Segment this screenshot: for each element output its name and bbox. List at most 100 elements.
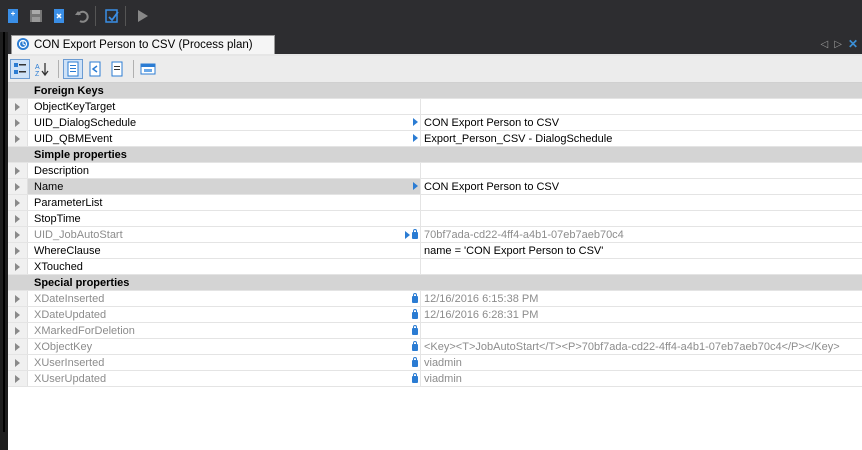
- tasks-icon[interactable]: [85, 59, 105, 79]
- property-name-label: UID_JobAutoStart: [34, 228, 123, 241]
- lock-icon: [412, 325, 418, 335]
- reference-arrow-icon[interactable]: [405, 230, 410, 239]
- expand-icon[interactable]: [8, 355, 28, 370]
- run-icon[interactable]: [132, 6, 152, 26]
- property-row[interactable]: XUserUpdated viadmin: [8, 371, 862, 387]
- property-row[interactable]: XDateInserted 12/16/2016 6:15:38 PM: [8, 291, 862, 307]
- expand-icon[interactable]: [8, 163, 28, 178]
- properties-icon[interactable]: [63, 59, 83, 79]
- delete-icon[interactable]: [49, 6, 69, 26]
- property-name-label: UID_QBMEvent: [34, 132, 113, 145]
- tab-navigation: ◁ ▷ ✕: [821, 37, 858, 51]
- undo-icon[interactable]: [72, 6, 92, 26]
- expand-icon[interactable]: [8, 179, 28, 194]
- property-markers: [412, 357, 418, 367]
- property-row[interactable]: XDateUpdated 12/16/2016 6:28:31 PM: [8, 307, 862, 323]
- property-value[interactable]: [421, 211, 862, 226]
- reference-arrow-icon[interactable]: [413, 182, 418, 190]
- property-value[interactable]: Export_Person_CSV - DialogSchedule: [421, 131, 862, 146]
- property-row[interactable]: XTouched: [8, 259, 862, 275]
- property-row[interactable]: ObjectKeyTarget: [8, 99, 862, 115]
- expand-icon[interactable]: [8, 131, 28, 146]
- property-name: UID_QBMEvent: [28, 131, 421, 146]
- new-icon[interactable]: [3, 6, 23, 26]
- scroll-left-icon[interactable]: ◁: [821, 39, 829, 50]
- expand-icon[interactable]: [8, 259, 28, 274]
- property-value[interactable]: [421, 163, 862, 178]
- category-header[interactable]: Foreign Keys: [8, 83, 862, 99]
- expand-icon[interactable]: [8, 371, 28, 386]
- property-markers: [413, 134, 418, 142]
- collapse-icon[interactable]: [8, 275, 28, 290]
- expand-icon[interactable]: [8, 291, 28, 306]
- property-name: WhereClause: [28, 243, 421, 258]
- property-value: <Key><T>JobAutoStart</T><P>70bf7ada-cd22…: [424, 340, 840, 353]
- property-name: XMarkedForDeletion: [28, 323, 421, 338]
- category-title: Foreign Keys: [34, 84, 104, 97]
- reference-arrow-icon[interactable]: [413, 134, 418, 142]
- expand-icon[interactable]: [8, 227, 28, 242]
- property-value[interactable]: CON Export Person to CSV: [421, 115, 862, 130]
- property-row[interactable]: UID_JobAutoStart 70bf7ada-cd22-4ff4-a4b1-…: [8, 227, 862, 243]
- property-row[interactable]: UID_DialogSchedule CON Export Person to C…: [8, 115, 862, 131]
- property-markers: [413, 118, 418, 126]
- tab-process-plan[interactable]: CON Export Person to CSV (Process plan): [11, 35, 275, 54]
- main-toolbar: [0, 0, 862, 32]
- property-markers: [412, 293, 418, 303]
- expand-icon[interactable]: [8, 115, 28, 130]
- property-name: XDateUpdated: [28, 307, 421, 322]
- property-row[interactable]: WhereClause name = 'CON Export Person to …: [8, 243, 862, 259]
- property-name: XUserUpdated: [28, 371, 421, 386]
- reference-arrow-icon[interactable]: [413, 118, 418, 126]
- property-name: XObjectKey: [28, 339, 421, 354]
- property-row[interactable]: Name CON Export Person to CSV: [8, 179, 862, 195]
- property-row[interactable]: StopTime: [8, 211, 862, 227]
- property-grid: Foreign Keys ObjectKeyTarget UID_DialogSch…: [8, 83, 862, 387]
- expand-icon[interactable]: [8, 195, 28, 210]
- collapse-icon[interactable]: [8, 147, 28, 162]
- svg-text:Z: Z: [35, 71, 40, 77]
- tab-title: CON Export Person to CSV (Process plan): [34, 39, 253, 51]
- property-name-label: Description: [34, 164, 90, 177]
- property-value[interactable]: CON Export Person to CSV: [421, 179, 862, 194]
- process-plan-icon: [16, 37, 30, 54]
- property-name-label: XTouched: [34, 260, 83, 273]
- category-header[interactable]: Special properties: [8, 275, 862, 291]
- property-row[interactable]: UID_QBMEvent Export_Person_CSV - DialogSc…: [8, 131, 862, 147]
- sort-az-icon[interactable]: AZ: [32, 59, 52, 79]
- property-row[interactable]: XMarkedForDeletion: [8, 323, 862, 339]
- expand-icon[interactable]: [8, 323, 28, 338]
- property-value[interactable]: name = 'CON Export Person to CSV': [421, 243, 862, 258]
- document-tab-strip: CON Export Person to CSV (Process plan) …: [8, 32, 862, 56]
- categorized-icon[interactable]: [10, 59, 30, 79]
- scroll-right-icon[interactable]: ▷: [834, 39, 842, 50]
- expand-icon[interactable]: [8, 211, 28, 226]
- expand-icon[interactable]: [8, 243, 28, 258]
- save-icon[interactable]: [26, 6, 46, 26]
- close-icon[interactable]: ✕: [848, 37, 858, 51]
- left-dock-strip: [0, 32, 8, 450]
- property-value[interactable]: [421, 259, 862, 274]
- property-markers: [412, 325, 418, 335]
- property-name-label: XUserInserted: [34, 356, 105, 369]
- document-icon[interactable]: [107, 59, 127, 79]
- property-row[interactable]: ParameterList: [8, 195, 862, 211]
- category-header[interactable]: Simple properties: [8, 147, 862, 163]
- edit-icon[interactable]: [102, 6, 122, 26]
- property-name: ParameterList: [28, 195, 421, 210]
- property-name: UID_DialogSchedule: [28, 115, 421, 130]
- property-row[interactable]: Description: [8, 163, 862, 179]
- expand-icon[interactable]: [8, 339, 28, 354]
- expand-icon[interactable]: [8, 99, 28, 114]
- toolbar-separator: [58, 60, 59, 78]
- property-value: 12/16/2016 6:15:38 PM: [424, 292, 539, 305]
- property-row[interactable]: XUserInserted viadmin: [8, 355, 862, 371]
- expand-icon[interactable]: [8, 307, 28, 322]
- property-name-label: StopTime: [34, 212, 81, 225]
- view-icon[interactable]: [138, 59, 158, 79]
- collapse-icon[interactable]: [8, 83, 28, 98]
- property-value[interactable]: [421, 195, 862, 210]
- property-row[interactable]: XObjectKey <Key><T>JobAutoStart</T><P>70b…: [8, 339, 862, 355]
- property-value[interactable]: [421, 99, 862, 114]
- property-name: XUserInserted: [28, 355, 421, 370]
